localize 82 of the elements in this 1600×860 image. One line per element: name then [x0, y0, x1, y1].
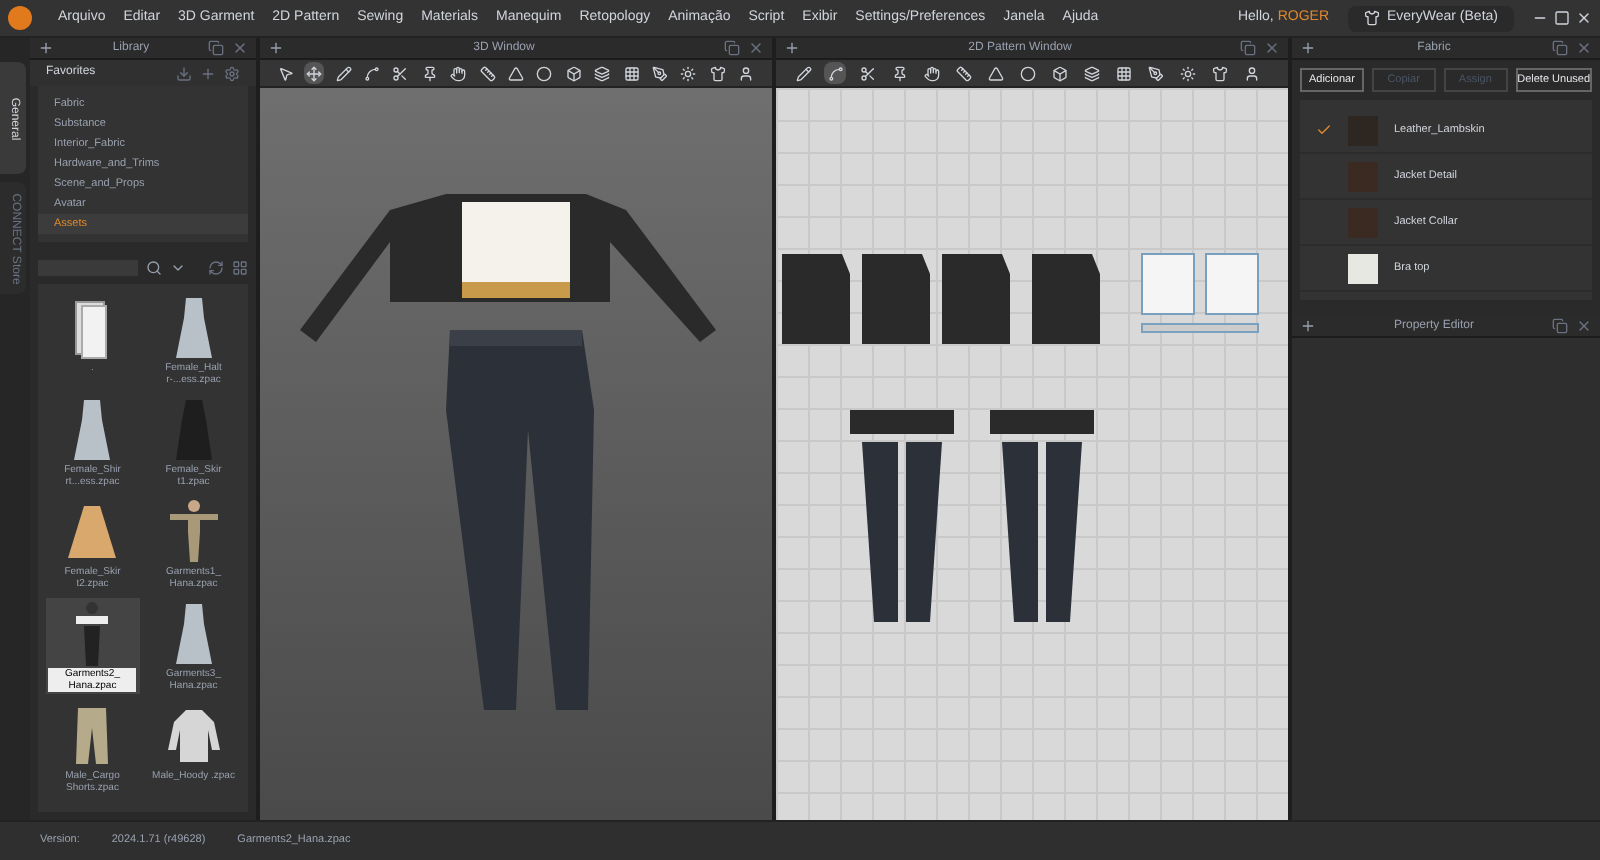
- tool-button[interactable]: [333, 62, 353, 84]
- sun-icon: [1179, 65, 1195, 81]
- tool-button[interactable]: [952, 62, 974, 84]
- scissors-icon: [859, 65, 875, 81]
- plus-icon[interactable]: [1300, 40, 1316, 56]
- tool-button[interactable]: [1144, 62, 1166, 84]
- tool-button[interactable]: [477, 62, 497, 84]
- tool-button[interactable]: [1048, 62, 1070, 84]
- tool-button[interactable]: [592, 62, 612, 84]
- tool-button[interactable]: [1080, 62, 1102, 84]
- user-icon: [738, 65, 755, 81]
- scissors-icon: [392, 65, 409, 81]
- box-icon: [565, 65, 582, 81]
- tool-button[interactable]: [506, 62, 526, 84]
- box-icon: [1051, 65, 1067, 81]
- plus-icon[interactable]: [784, 40, 800, 56]
- plus-icon[interactable]: [268, 40, 284, 56]
- tool-button[interactable]: [984, 62, 1006, 84]
- tool-button[interactable]: [362, 62, 382, 84]
- tool-button[interactable]: [1016, 62, 1038, 84]
- plus-icon[interactable]: [38, 40, 54, 56]
- refresh-icon[interactable]: [208, 260, 224, 276]
- tool-button[interactable]: [304, 62, 324, 84]
- pen-icon: [1147, 65, 1163, 81]
- ruler-icon: [955, 65, 971, 81]
- settings-icon[interactable]: [224, 65, 240, 81]
- float-icon[interactable]: [1551, 40, 1568, 56]
- grid-view-icon[interactable]: [232, 260, 248, 276]
- app-logo[interactable]: [8, 6, 32, 30]
- tool-button[interactable]: [621, 62, 641, 84]
- plus-icon[interactable]: [1300, 318, 1316, 334]
- tool-button[interactable]: [650, 62, 670, 84]
- tool-button[interactable]: [824, 62, 846, 84]
- tool-button[interactable]: [448, 62, 468, 84]
- tool-button[interactable]: [920, 62, 942, 84]
- pen-icon: [651, 65, 668, 81]
- tool-button[interactable]: [535, 62, 555, 84]
- tool-button[interactable]: [276, 62, 295, 84]
- shirt-icon: [709, 65, 726, 81]
- float-icon[interactable]: [208, 40, 224, 56]
- tool-button[interactable]: [708, 62, 727, 84]
- search-icon[interactable]: [146, 260, 162, 276]
- user-icon: [1243, 65, 1259, 81]
- tool-button[interactable]: [792, 62, 814, 84]
- move-icon: [306, 65, 323, 81]
- curve-icon: [827, 65, 843, 81]
- float-icon[interactable]: [724, 40, 740, 56]
- maximize-icon[interactable]: [1554, 10, 1570, 26]
- tool-button[interactable]: [391, 62, 411, 84]
- pointer-icon: [277, 65, 294, 81]
- triangle-icon: [507, 65, 524, 81]
- float-icon[interactable]: [1552, 318, 1568, 334]
- caret-icon[interactable]: [170, 260, 186, 276]
- hand-icon: [923, 65, 939, 81]
- tool-button[interactable]: [564, 62, 583, 84]
- shirt-icon: [1363, 10, 1379, 26]
- pencil-icon: [795, 65, 811, 81]
- download-icon[interactable]: [176, 65, 192, 81]
- float-icon[interactable]: [1239, 40, 1256, 56]
- grid-icon: [1115, 65, 1131, 81]
- pencil-icon: [335, 65, 352, 81]
- layers-icon: [594, 65, 611, 81]
- sun-icon: [680, 65, 697, 81]
- pin-icon: [421, 65, 438, 81]
- grid-icon: [623, 65, 640, 81]
- triangle-icon: [987, 65, 1003, 81]
- tool-button[interactable]: [856, 62, 878, 84]
- tool-button[interactable]: [420, 62, 439, 84]
- hand-icon: [450, 65, 467, 81]
- tool-button[interactable]: [737, 62, 756, 84]
- tool-button[interactable]: [1208, 62, 1230, 84]
- 3d-viewport[interactable]: [260, 88, 772, 820]
- layers-icon: [1083, 65, 1099, 81]
- outfit-thumbnail: [165, 498, 222, 566]
- circle-icon: [1019, 65, 1035, 81]
- tool-button[interactable]: [1112, 62, 1134, 84]
- pattern-canvas[interactable]: [776, 88, 1288, 820]
- shirt-icon: [1211, 65, 1227, 81]
- ruler-icon: [479, 65, 496, 81]
- pin-icon: [891, 65, 907, 81]
- curve-icon: [363, 65, 380, 81]
- circle-icon: [536, 65, 553, 81]
